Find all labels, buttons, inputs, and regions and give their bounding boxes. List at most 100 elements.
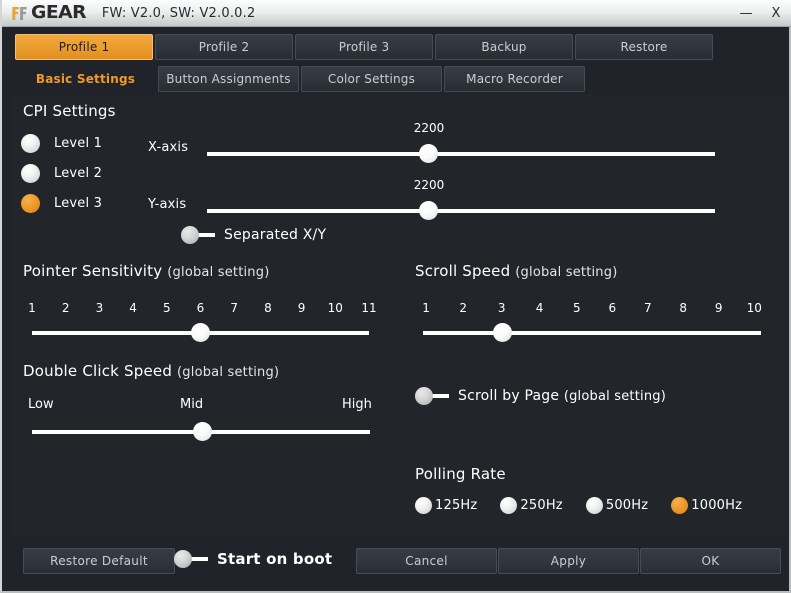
double-click-high-label: High (342, 397, 372, 412)
brand-logo: GEAR (10, 3, 84, 23)
scroll-speed-title: Scroll Speed (global setting) (415, 262, 617, 280)
double-click-speed-title: Double Click Speed (global setting) (23, 362, 279, 380)
apply-button[interactable]: Apply (498, 548, 639, 574)
slider-knob[interactable] (193, 422, 212, 441)
scroll-by-page-label: Scroll by Page (global setting) (458, 388, 666, 404)
start-on-boot-label: Start on boot (217, 550, 332, 568)
toggle-switch-icon[interactable] (181, 226, 215, 244)
polling-rate-250hz-option[interactable]: 250Hz (500, 497, 562, 514)
profile-tab-bar: Profile 1 Profile 2 Profile 3 Backup Res… (15, 34, 713, 60)
cpi-level-3-option[interactable]: Level 3 (21, 194, 102, 213)
cpi-level-3-label: Level 3 (54, 196, 102, 211)
separated-xy-label: Separated X/Y (224, 227, 326, 243)
settings-panel: CPI Settings Level 1 Level 2 Level 3 X-a… (10, 94, 785, 537)
cpi-level-1-option[interactable]: Level 1 (21, 134, 102, 153)
tick-label: 11 (361, 301, 376, 315)
pointer-sensitivity-title: Pointer Sensitivity (global setting) (23, 262, 269, 280)
polling-rate-label: 1000Hz (691, 498, 742, 513)
slider-track (423, 331, 761, 335)
cpi-level-2-option[interactable]: Level 2 (21, 164, 102, 183)
radio-icon (415, 497, 432, 514)
tab-profile-2[interactable]: Profile 2 (155, 34, 293, 60)
tab-color-settings[interactable]: Color Settings (301, 66, 442, 92)
section-tab-bar: Basic Settings Button Assignments Color … (15, 66, 585, 92)
y-axis-value: 2200 (414, 178, 445, 192)
scroll-speed-subtitle: (global setting) (515, 265, 617, 280)
tick-label: 2 (62, 301, 70, 315)
tick-label: 7 (644, 301, 652, 315)
tick-label: 4 (536, 301, 544, 315)
tab-label: Backup (481, 40, 526, 54)
tab-label: Basic Settings (36, 72, 135, 86)
close-icon[interactable]: X (769, 7, 783, 20)
radio-icon (500, 497, 517, 514)
slider-track (207, 209, 715, 213)
scroll-by-page-text: Scroll by Page (458, 388, 559, 404)
tab-restore[interactable]: Restore (575, 34, 713, 60)
polling-rate-125hz-option[interactable]: 125Hz (415, 497, 477, 514)
cpi-level-2-label: Level 2 (54, 166, 102, 181)
tick-label: 2 (459, 301, 467, 315)
tick-label: 9 (715, 301, 723, 315)
brand-name: GEAR (31, 4, 86, 22)
tick-label: 6 (608, 301, 616, 315)
slider-knob[interactable] (493, 323, 512, 342)
tab-profile-1[interactable]: Profile 1 (15, 34, 153, 60)
double-click-speed-subtitle: (global setting) (177, 365, 279, 380)
slider-track (207, 152, 715, 156)
double-click-low-label: Low (28, 397, 54, 412)
tab-backup[interactable]: Backup (435, 34, 573, 60)
tick-label: 10 (328, 301, 343, 315)
tick-label: 5 (163, 301, 171, 315)
radio-icon (21, 194, 40, 213)
radio-icon (586, 497, 603, 514)
tab-profile-3[interactable]: Profile 3 (295, 34, 433, 60)
application-window: GEAR FW: V2.0, SW: V2.0.0.2 — X Profile … (0, 0, 791, 593)
button-label: Cancel (405, 554, 447, 568)
tab-macro-recorder[interactable]: Macro Recorder (444, 66, 585, 92)
tick-label: 8 (264, 301, 272, 315)
button-label: OK (702, 554, 720, 568)
cpi-settings-title: CPI Settings (23, 102, 116, 120)
polling-rate-500hz-option[interactable]: 500Hz (586, 497, 648, 514)
slider-knob[interactable] (191, 323, 210, 342)
slider-knob[interactable] (419, 144, 438, 163)
polling-rate-1000hz-option[interactable]: 1000Hz (671, 497, 742, 514)
minimize-icon[interactable]: — (739, 7, 753, 20)
scroll-by-page-toggle[interactable]: Scroll by Page (global setting) (415, 387, 666, 405)
tab-basic-settings[interactable]: Basic Settings (15, 66, 156, 92)
tick-label: 10 (747, 301, 762, 315)
double-click-speed-heading: Double Click Speed (23, 362, 172, 380)
pointer-sensitivity-subtitle: (global setting) (167, 265, 269, 280)
double-click-mid-label: Mid (180, 397, 203, 412)
tick-label: 8 (679, 301, 687, 315)
toggle-switch-icon[interactable] (415, 387, 449, 405)
tab-label: Button Assignments (166, 72, 291, 86)
polling-rate-label: 250Hz (520, 498, 562, 513)
separated-xy-toggle[interactable]: Separated X/Y (181, 226, 326, 244)
tick-label: 3 (96, 301, 104, 315)
toggle-switch-icon[interactable] (174, 550, 208, 568)
cpi-level-1-label: Level 1 (54, 136, 102, 151)
tab-label: Restore (621, 40, 668, 54)
tab-label: Macro Recorder (466, 72, 563, 86)
scroll-speed-heading: Scroll Speed (415, 262, 510, 280)
tick-label: 5 (573, 301, 581, 315)
start-on-boot-toggle[interactable]: Start on boot (174, 550, 332, 568)
radio-icon (21, 134, 40, 153)
button-label: Restore Default (50, 554, 148, 568)
tab-label: Profile 2 (199, 40, 250, 54)
polling-rate-label: 500Hz (606, 498, 648, 513)
x-axis-label: X-axis (148, 140, 188, 155)
tick-label: 3 (498, 301, 506, 315)
ok-button[interactable]: OK (640, 548, 781, 574)
firmware-version-text: FW: V2.0, SW: V2.0.0.2 (102, 6, 256, 21)
polling-rate-label: 125Hz (435, 498, 477, 513)
slider-knob[interactable] (419, 201, 438, 220)
button-label: Apply (551, 554, 586, 568)
window-controls: — X (739, 0, 783, 27)
footer-bar: Restore Default Start on boot Cancel App… (10, 537, 785, 589)
restore-default-button[interactable]: Restore Default (23, 548, 175, 574)
cancel-button[interactable]: Cancel (356, 548, 497, 574)
tab-button-assignments[interactable]: Button Assignments (158, 66, 299, 92)
